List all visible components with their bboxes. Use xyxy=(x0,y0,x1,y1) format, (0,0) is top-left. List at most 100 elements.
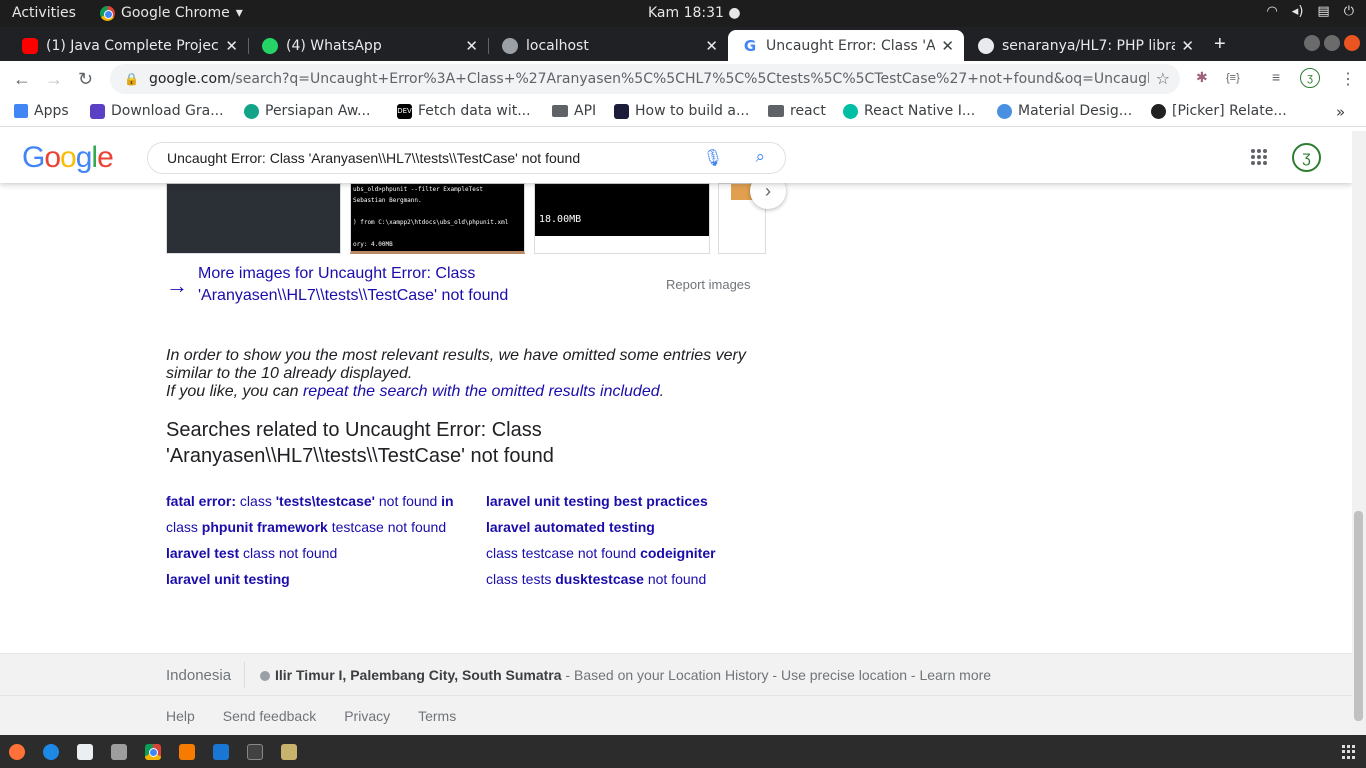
sublime-text-icon[interactable] xyxy=(179,744,195,760)
search-input[interactable]: Uncaught Error: Class 'Aranyasen\\HL7\\t… xyxy=(147,142,786,174)
bookmark-picker-related[interactable]: [Picker] Relate... xyxy=(1151,103,1287,119)
close-window-button[interactable] xyxy=(1344,35,1360,51)
terminal-icon[interactable] xyxy=(247,744,263,760)
omitted-prefix: If you like, you can xyxy=(166,383,303,400)
tab-whatsapp[interactable]: (4) WhatsApp ✕ xyxy=(248,30,488,61)
close-icon[interactable]: ✕ xyxy=(705,37,718,55)
related-search-link[interactable]: laravel unit testing xyxy=(166,571,290,587)
footer-terms-link[interactable]: Terms xyxy=(418,708,456,724)
repeat-search-link[interactable]: repeat the search with the omitted resul… xyxy=(303,383,660,400)
related-search-link[interactable]: laravel automated testing xyxy=(486,519,655,535)
chrome-icon xyxy=(100,5,115,21)
location-links[interactable]: - Based on your Location History - Use p… xyxy=(562,667,991,683)
menu-kebab-icon[interactable]: ⋮ xyxy=(1340,69,1356,89)
related-search-link[interactable]: class tests dusktestcase not found xyxy=(486,571,706,587)
related-search-link[interactable]: class testcase not found codeigniter xyxy=(486,545,716,561)
bookmark-persiapan[interactable]: Persiapan Aw... xyxy=(244,103,370,119)
footer-send-feedback-link[interactable]: Send feedback xyxy=(223,708,316,724)
file-manager-icon[interactable] xyxy=(111,744,127,760)
bookmark-apps[interactable]: Apps xyxy=(14,103,69,119)
footer-help-link[interactable]: Help xyxy=(166,708,195,724)
minimize-button[interactable] xyxy=(1304,35,1320,51)
footer-privacy-link[interactable]: Privacy xyxy=(344,708,390,724)
bookmark-label: How to build a... xyxy=(635,103,750,119)
close-icon[interactable]: ✕ xyxy=(465,37,478,55)
extension-bug-icon[interactable]: ✱ xyxy=(1196,69,1208,86)
close-icon[interactable]: ✕ xyxy=(225,37,238,55)
avatar[interactable]: ʒ xyxy=(1292,143,1321,172)
url-path: /search?q=Uncaught+Error%3A+Class+%27Ara… xyxy=(230,71,1149,87)
maximize-button[interactable] xyxy=(1324,35,1340,51)
text-editor-icon[interactable] xyxy=(77,744,93,760)
image-thumbnail[interactable]: ubs_old>phpunit --filter ExampleTest Seb… xyxy=(350,183,525,254)
bookmarks-overflow-chevron-icon[interactable]: » xyxy=(1336,103,1345,121)
messaging-app-icon[interactable] xyxy=(43,744,59,760)
scrollbar-thumb[interactable] xyxy=(1354,511,1363,721)
related-search-link[interactable]: laravel test class not found xyxy=(166,545,337,561)
archive-manager-icon[interactable] xyxy=(281,744,297,760)
bookmark-star-icon[interactable]: ☆ xyxy=(1156,69,1170,88)
wifi-icon: ◠ xyxy=(1266,4,1278,19)
close-icon[interactable]: ✕ xyxy=(941,37,954,55)
report-images-link[interactable]: Report images xyxy=(666,277,751,292)
globe-icon xyxy=(502,37,518,54)
close-icon[interactable]: ✕ xyxy=(1181,37,1194,55)
thumbnail-terminal-text: 18.00MB xyxy=(535,184,709,236)
bookmark-react-native[interactable]: React Native I... xyxy=(843,103,975,119)
tab-title: (4) WhatsApp xyxy=(286,37,382,54)
tab-github-hl7[interactable]: senaranya/HL7: PHP library ✕ xyxy=(964,30,1204,61)
page-scrollbar[interactable] xyxy=(1352,131,1366,735)
system-top-bar: Activities Google Chrome ▾ Kam 18:31 ● ◠ … xyxy=(0,0,1366,27)
clipboard-icon: ▤ xyxy=(1317,4,1330,19)
bookmark-folder-react[interactable]: react xyxy=(768,103,826,119)
tab-title: (1) Java Complete Project xyxy=(46,37,220,54)
footer-country: Indonesia xyxy=(166,667,232,684)
chevron-down-icon: ▾ xyxy=(235,5,243,21)
tab-localhost[interactable]: localhost ✕ xyxy=(488,30,728,61)
google-apps-icon[interactable] xyxy=(1251,149,1267,165)
back-button[interactable]: ← xyxy=(13,69,31,90)
whatsapp-icon xyxy=(262,37,278,54)
related-search-link[interactable]: laravel unit testing best practices xyxy=(486,493,708,509)
lock-icon[interactable]: 🔒 xyxy=(124,72,139,86)
bookmark-label: [Picker] Relate... xyxy=(1172,103,1287,119)
tab-title: localhost xyxy=(526,37,589,54)
clock[interactable]: Kam 18:31 ● xyxy=(648,5,741,21)
related-search-link[interactable]: class phpunit framework testcase not fou… xyxy=(166,519,446,535)
firefox-icon[interactable] xyxy=(9,744,25,760)
show-applications-icon[interactable] xyxy=(1342,745,1356,759)
chrome-icon[interactable] xyxy=(145,744,161,760)
url-host: google.com xyxy=(148,71,231,87)
taskbar-dock xyxy=(0,735,1366,768)
more-images-link[interactable]: More images for Uncaught Error: Class 'A… xyxy=(198,263,528,307)
forward-button[interactable]: → xyxy=(45,69,63,90)
google-logo[interactable]: Google xyxy=(22,141,114,175)
youtube-icon xyxy=(22,37,38,54)
omitted-results-notice: In order to show you the most relevant r… xyxy=(166,347,766,401)
activities-button[interactable]: Activities xyxy=(12,5,76,21)
bookmark-download-gra[interactable]: Download Gra... xyxy=(90,103,224,119)
image-thumbnail[interactable]: 18.00MB xyxy=(534,183,710,254)
bookmark-fetch-data[interactable]: DEV Fetch data wit... xyxy=(397,103,531,119)
address-bar[interactable]: 🔒 google.com/search?q=Uncaught+Error%3A+… xyxy=(110,64,1180,94)
extension-json-icon[interactable]: {≡} xyxy=(1226,72,1240,84)
app-menu[interactable]: Google Chrome ▾ xyxy=(100,5,243,21)
tab-google-search[interactable]: G Uncaught Error: Class 'Aranyasen ✕ xyxy=(728,30,964,61)
bookmark-material-design[interactable]: Material Desig... xyxy=(997,103,1132,119)
system-tray[interactable]: ◠ ◂) ▤ ⏻ xyxy=(1266,4,1354,19)
profile-avatar-icon[interactable]: ʒ xyxy=(1300,68,1320,88)
bookmarks-bar: Apps Download Gra... Persiapan Aw... DEV… xyxy=(0,97,1366,127)
microphone-icon[interactable]: 🎙 xyxy=(703,148,723,168)
related-search-link[interactable]: fatal error: class 'tests\testcase' not … xyxy=(166,493,454,509)
search-icon[interactable]: ⌕ xyxy=(755,147,765,167)
reload-button[interactable]: ↻ xyxy=(78,69,93,90)
tab-java-project[interactable]: (1) Java Complete Project ✕ xyxy=(8,30,248,61)
vscode-icon[interactable] xyxy=(213,744,229,760)
bookmark-label: Fetch data wit... xyxy=(418,103,531,119)
image-thumbnail[interactable] xyxy=(166,183,341,254)
media-controls-icon[interactable]: ≡ xyxy=(1272,69,1280,85)
bookmark-how-to-build[interactable]: How to build a... xyxy=(614,103,749,119)
new-tab-button[interactable]: + xyxy=(1214,33,1226,56)
bookmark-folder-api[interactable]: API xyxy=(552,103,596,119)
bookmark-label: API xyxy=(574,103,597,119)
